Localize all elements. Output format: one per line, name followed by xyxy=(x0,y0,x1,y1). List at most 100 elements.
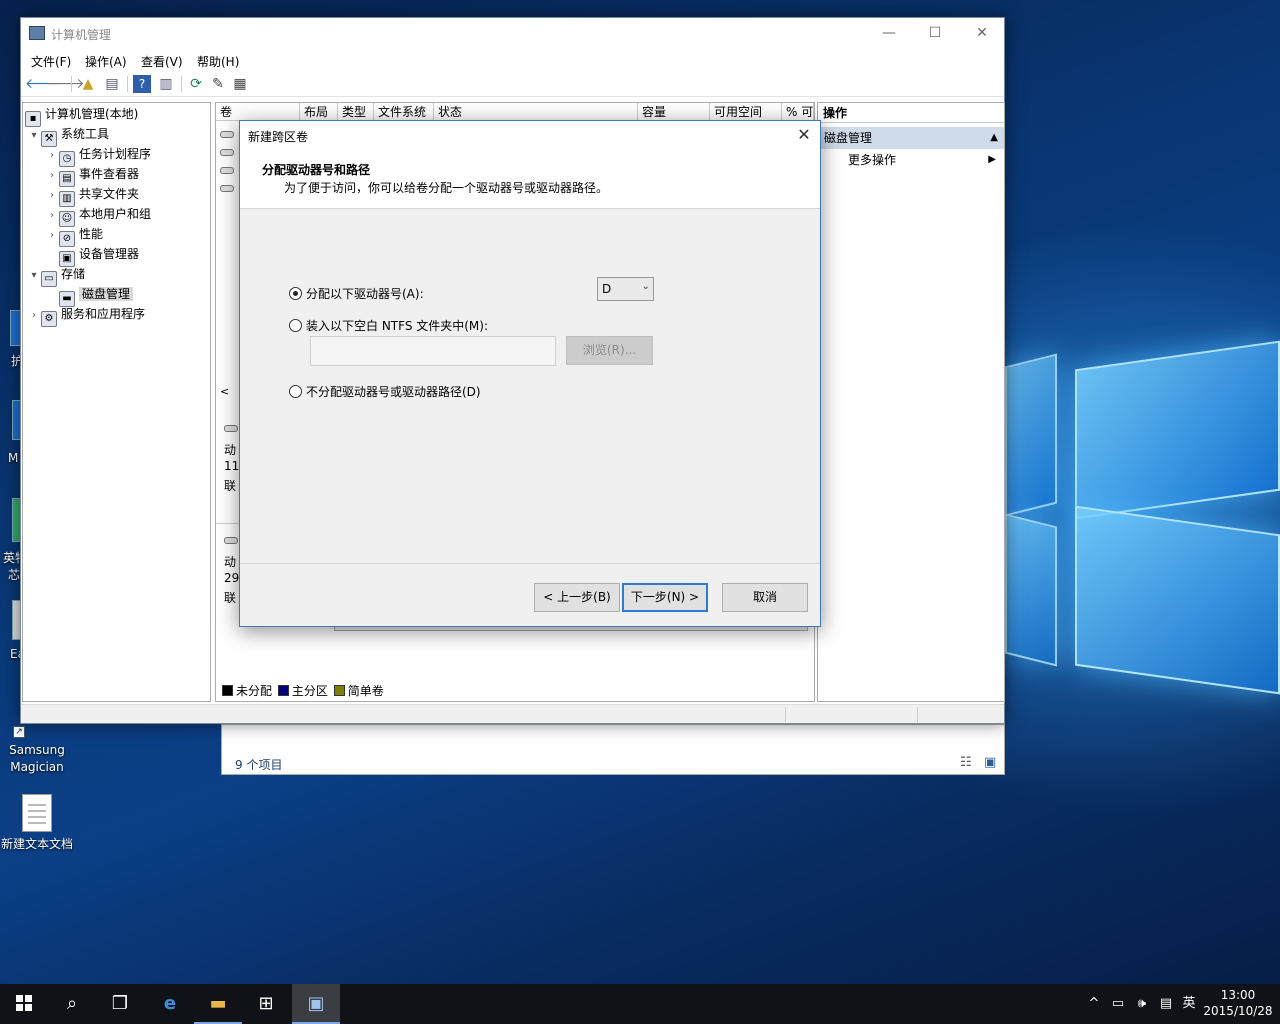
submenu-arrow-icon: ▶ xyxy=(988,154,996,165)
item-count-status: 9 个项目 xyxy=(235,758,283,772)
forward-icon[interactable]: 🡒 xyxy=(47,75,85,93)
menu-view[interactable]: 查看(V) xyxy=(141,53,183,70)
column-header-status[interactable]: 状态 xyxy=(434,103,638,121)
show-hide-tree-icon[interactable]: ▤ xyxy=(103,75,121,93)
computer-management-taskbar-icon[interactable]: ▣ xyxy=(292,984,340,1024)
radio-mount-ntfs-folder[interactable]: 装入以下空白 NTFS 文件夹中(M): xyxy=(289,317,488,334)
radio-button-selected[interactable] xyxy=(289,287,302,300)
legend-swatch-unallocated xyxy=(222,685,233,696)
tree-item-storage[interactable]: ▾ ▭ 存储 xyxy=(27,265,85,287)
show-hidden-icons-chevron[interactable]: ^ xyxy=(1084,984,1104,1024)
tree-item-task-scheduler[interactable]: › ◷ 任务计划程序 xyxy=(45,145,151,167)
next-button[interactable]: 下一步(N) > xyxy=(622,583,708,612)
minimize-button[interactable]: — xyxy=(866,18,912,49)
collapsed-chevron-icon[interactable]: › xyxy=(27,307,41,325)
collapsed-chevron-icon[interactable]: › xyxy=(45,207,59,225)
collapsed-chevron-icon[interactable]: › xyxy=(45,167,59,185)
desktop-icon-label: 新建文本文档 xyxy=(0,837,73,851)
expanded-chevron-icon[interactable]: ▾ xyxy=(27,127,41,145)
collapse-up-icon[interactable]: ▲ xyxy=(990,127,998,149)
column-header-type[interactable]: 类型 xyxy=(338,103,374,121)
disk-label-fragment: 29 xyxy=(224,571,240,585)
taskbar: ⌕ ❐ e ▬ ⊞ ▣ ^ ▭ 🕪 ▤ 英 13:00 2015/10/28 xyxy=(0,984,1280,1024)
help-icon[interactable]: ? xyxy=(133,75,151,93)
scroll-left-arrow[interactable]: < xyxy=(220,385,229,398)
action-pane-icon[interactable]: ▥ xyxy=(157,75,175,93)
menu-file[interactable]: 文件(F) xyxy=(31,53,71,70)
actions-pane: 操作 磁盘管理 ▲ 更多操作 ▶ xyxy=(817,102,1005,702)
desktop-icon-text-document[interactable]: 新建文本文档 xyxy=(0,794,74,853)
tree-item-local-users[interactable]: › ☺ 本地用户和组 xyxy=(45,205,151,227)
drive-letter-select[interactable]: D ⌄ xyxy=(597,277,654,301)
disk-settings-icon[interactable]: ▦ xyxy=(231,75,249,93)
cancel-button[interactable]: 取消 xyxy=(722,583,808,612)
store-icon[interactable]: ⊞ xyxy=(242,984,290,1024)
tree-item-shared-folders[interactable]: › ▥ 共享文件夹 xyxy=(45,185,139,207)
properties-icon[interactable]: ✎ xyxy=(209,75,227,93)
large-icons-view-icon[interactable]: ▣ xyxy=(984,755,996,770)
notification-icon[interactable]: ▤ xyxy=(1155,984,1177,1024)
column-header-volume[interactable]: 卷 xyxy=(216,103,300,121)
computer-management-icon xyxy=(29,26,45,40)
disk-label-fragment: 动 xyxy=(224,443,237,457)
close-button[interactable]: ✕ xyxy=(959,18,1005,49)
shortcut-arrow-icon: ↗ xyxy=(13,726,25,738)
radio-assign-drive-letter[interactable]: 分配以下驱动器号(A): xyxy=(289,285,424,302)
title-bar[interactable]: 计算机管理 — ☐ ✕ xyxy=(21,18,1004,49)
legend-label-primary: 主分区 xyxy=(291,684,328,698)
column-header-free-space[interactable]: 可用空间 xyxy=(710,103,782,121)
refresh-icon[interactable]: ⟳ xyxy=(187,75,205,93)
start-button[interactable] xyxy=(0,984,48,1024)
maximize-button[interactable]: ☐ xyxy=(912,18,958,49)
tree-item-services-apps[interactable]: › ⚙ 服务和应用程序 xyxy=(27,305,145,327)
dialog-close-button[interactable]: ✕ xyxy=(794,125,814,144)
column-header-filesystem[interactable]: 文件系统 xyxy=(374,103,434,121)
menu-action[interactable]: 操作(A) xyxy=(85,53,127,70)
volume-icon[interactable]: 🕪 xyxy=(1131,984,1153,1024)
task-view-icon[interactable]: ❐ xyxy=(96,984,144,1024)
actions-section-disk-management[interactable]: 磁盘管理 ▲ xyxy=(818,127,1004,149)
back-button[interactable]: < 上一步(B) xyxy=(534,583,620,612)
desktop-icon-samsung-magician[interactable]: ↗ Samsung Magician xyxy=(0,726,74,776)
radio-no-drive-letter[interactable]: 不分配驱动器号或驱动器路径(D) xyxy=(289,383,481,400)
details-view-icon[interactable]: ☷ xyxy=(960,755,972,770)
back-icon[interactable]: 🡐 xyxy=(25,75,63,93)
dialog-title-bar[interactable]: 新建跨区卷 ✕ xyxy=(240,121,820,150)
up-folder-icon[interactable]: ▲ xyxy=(79,75,97,93)
explorer-window: 9 个项目 ☷ ▣ xyxy=(221,724,1005,775)
radio-label: 装入以下空白 NTFS 文件夹中(M): xyxy=(306,319,489,333)
column-header-capacity[interactable]: 容量 xyxy=(638,103,710,121)
clock-date: 2015/10/28 xyxy=(1203,1004,1273,1018)
expanded-chevron-icon[interactable]: ▾ xyxy=(27,267,41,285)
radio-button[interactable] xyxy=(289,319,302,332)
tree-item-performance[interactable]: › ⊘ 性能 xyxy=(45,225,103,247)
window-title: 计算机管理 xyxy=(51,28,112,42)
collapsed-chevron-icon[interactable]: › xyxy=(45,227,59,245)
column-header-layout[interactable]: 布局 xyxy=(300,103,338,121)
volume-icon xyxy=(220,131,234,138)
column-header-percent-free[interactable]: % 可 xyxy=(782,103,814,121)
radio-button[interactable] xyxy=(289,385,302,398)
tree-item-event-viewer[interactable]: › ▤ 事件查看器 xyxy=(45,165,139,187)
more-actions-item[interactable]: 更多操作 ▶ xyxy=(818,149,1004,171)
network-icon[interactable]: ▭ xyxy=(1107,984,1129,1024)
tree-item-device-manager[interactable]: ▣ 设备管理器 xyxy=(45,245,139,267)
desktop-icon-label: Samsung Magician xyxy=(9,743,65,774)
tree-item-disk-management[interactable]: ▬ 磁盘管理 xyxy=(45,285,134,307)
menu-help[interactable]: 帮助(H) xyxy=(197,53,239,70)
tree-item-root[interactable]: ▪ 计算机管理(本地) xyxy=(25,105,138,127)
mount-path-input[interactable] xyxy=(310,336,556,366)
file-explorer-icon[interactable]: ▬ xyxy=(194,984,242,1024)
collapsed-chevron-icon[interactable]: › xyxy=(45,187,59,205)
wizard-subheading: 为了便于访问，你可以给卷分配一个驱动器号或驱动器路径。 xyxy=(284,181,609,195)
edge-browser-icon[interactable]: e xyxy=(146,984,194,1024)
tree-item-system-tools[interactable]: ▾ ⚒ 系统工具 xyxy=(27,125,109,147)
search-icon[interactable]: ⌕ xyxy=(48,984,96,1024)
collapsed-chevron-icon[interactable]: › xyxy=(45,147,59,165)
clock[interactable]: 13:00 2015/10/28 xyxy=(1200,987,1276,1019)
input-language-indicator[interactable]: 英 xyxy=(1179,984,1199,1024)
new-spanned-volume-wizard: 新建跨区卷 ✕ 分配驱动器号和路径 为了便于访问，你可以给卷分配一个驱动器号或驱… xyxy=(239,120,821,627)
browse-button[interactable]: 浏览(R)... xyxy=(566,336,653,365)
toolbar: 🡐 🡒 ▲ ▤ ? ▥ ⟳ ✎ ▦ xyxy=(21,71,1004,97)
menu-bar: 文件(F) 操作(A) 查看(V) 帮助(H) xyxy=(21,49,1004,71)
